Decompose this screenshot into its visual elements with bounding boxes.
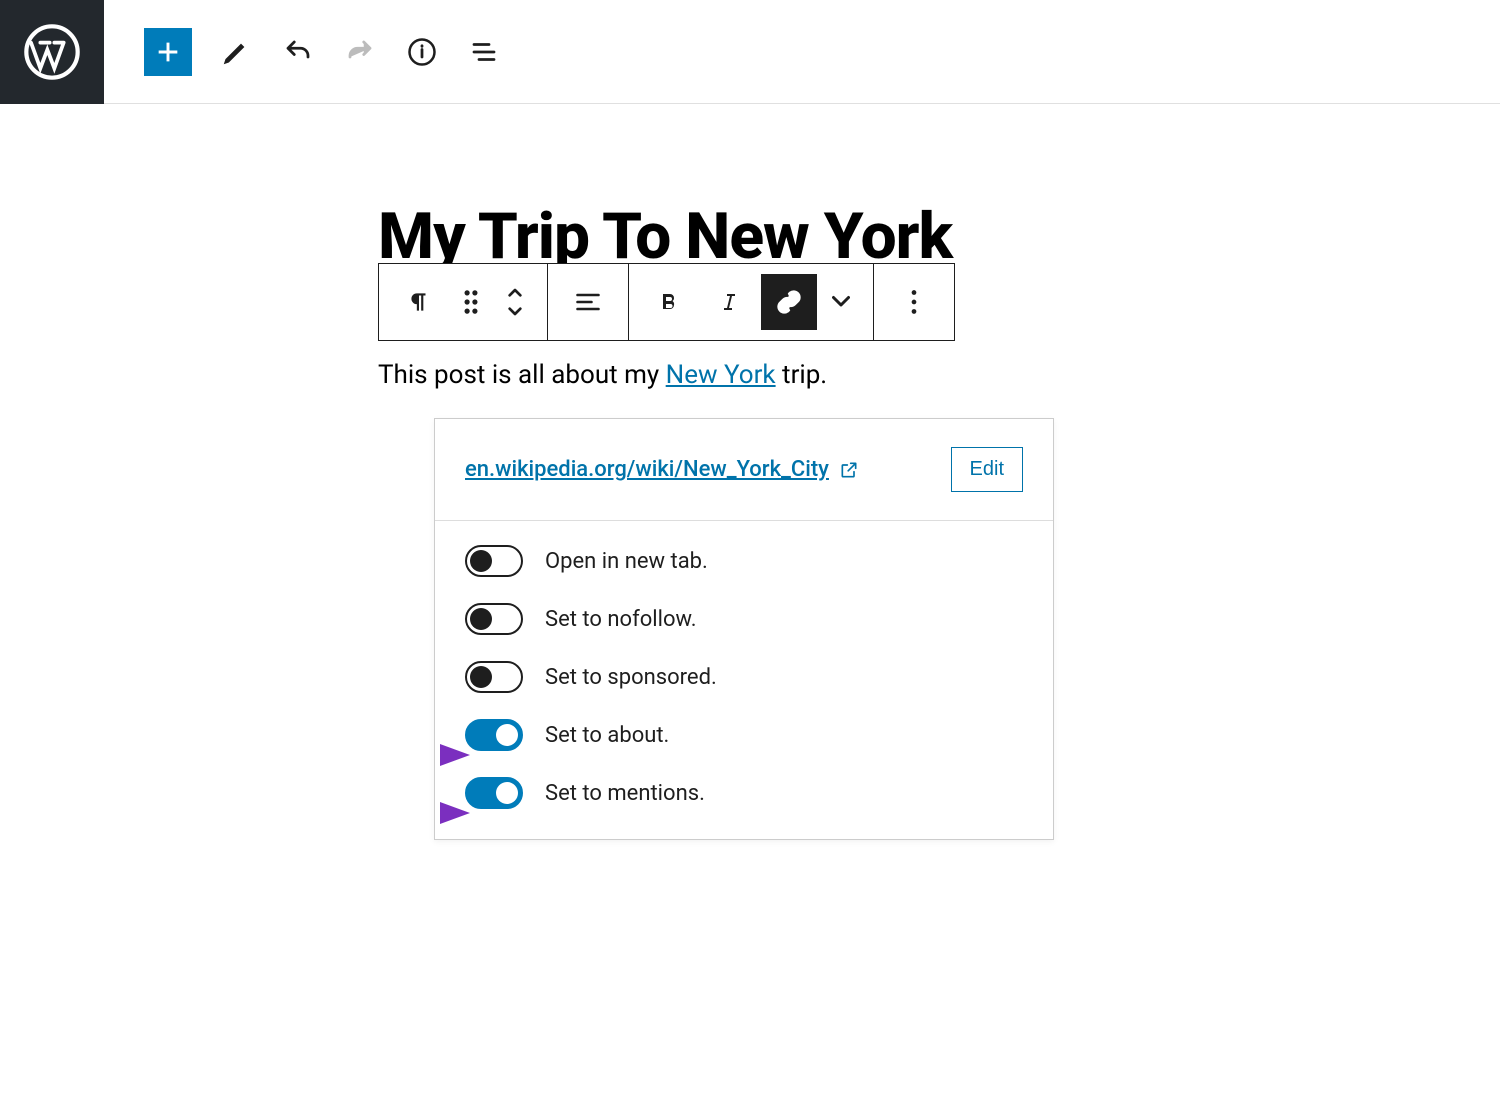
link-option-label: Set to about. [545,723,669,748]
paragraph-text-after: trip. [776,360,828,390]
link-option-label: Open in new tab. [545,549,708,574]
link-url-text: en.wikipedia.org/wiki/New_York_City [465,457,829,482]
link-option-toggle[interactable] [465,719,523,751]
italic-button[interactable] [701,274,757,330]
select-tool-button[interactable] [218,34,254,70]
editor-topbar [0,0,1500,104]
block-toolbar [378,263,955,341]
outline-button[interactable] [466,34,502,70]
post-title[interactable]: My Trip To New York [378,205,1118,269]
info-icon [407,37,437,67]
toolbar-tools [104,28,502,76]
block-type-button[interactable] [391,274,447,330]
list-icon [469,37,499,67]
align-left-icon [574,288,602,316]
chevron-down-icon [832,293,850,311]
info-button[interactable] [404,34,440,70]
link-button[interactable] [761,274,817,330]
block-more-button[interactable] [886,274,942,330]
undo-button[interactable] [280,34,316,70]
pencil-icon [221,37,251,67]
link-url[interactable]: en.wikipedia.org/wiki/New_York_City [465,457,859,482]
edit-link-button[interactable]: Edit [951,447,1023,492]
paragraph-block[interactable]: This post is all about my New York trip. [378,360,827,390]
more-formatting-button[interactable] [821,274,861,330]
redo-icon [345,37,375,67]
italic-icon [717,290,741,314]
undo-icon [283,37,313,67]
move-buttons[interactable] [495,274,535,330]
editor-content: My Trip To New York [378,205,1118,269]
drag-icon [462,289,480,315]
plus-icon [154,38,182,66]
wordpress-logo[interactable] [0,0,104,104]
external-link-icon [839,460,859,480]
link-option-toggle[interactable] [465,777,523,809]
link-popover-options: Open in new tab. Set to nofollow. Set to s… [435,521,1053,839]
link-option-toggle[interactable] [465,661,523,693]
link-icon [775,288,803,316]
link-option-toggle[interactable] [465,545,523,577]
link-option-row: Set to about. [465,719,1023,751]
drag-handle[interactable] [451,274,491,330]
add-block-button[interactable] [144,28,192,76]
link-option-row: Set to sponsored. [465,661,1023,693]
paragraph-icon [406,289,432,315]
link-option-label: Set to nofollow. [545,607,697,632]
bold-icon [657,290,681,314]
link-option-row: Open in new tab. [465,545,1023,577]
align-button[interactable] [560,274,616,330]
link-option-toggle[interactable] [465,603,523,635]
link-popover-header: en.wikipedia.org/wiki/New_York_City Edit [435,419,1053,521]
link-option-label: Set to sponsored. [545,665,717,690]
paragraph-text-before: This post is all about my [378,360,666,390]
redo-button[interactable] [342,34,378,70]
chevrons-icon [506,286,524,318]
kebab-icon [910,289,918,315]
paragraph-link[interactable]: New York [666,360,776,390]
wordpress-icon [24,24,80,80]
bold-button[interactable] [641,274,697,330]
link-option-row: Set to mentions. [465,777,1023,809]
link-option-row: Set to nofollow. [465,603,1023,635]
link-settings-popover: en.wikipedia.org/wiki/New_York_City Edit… [434,418,1054,840]
link-option-label: Set to mentions. [545,781,705,806]
